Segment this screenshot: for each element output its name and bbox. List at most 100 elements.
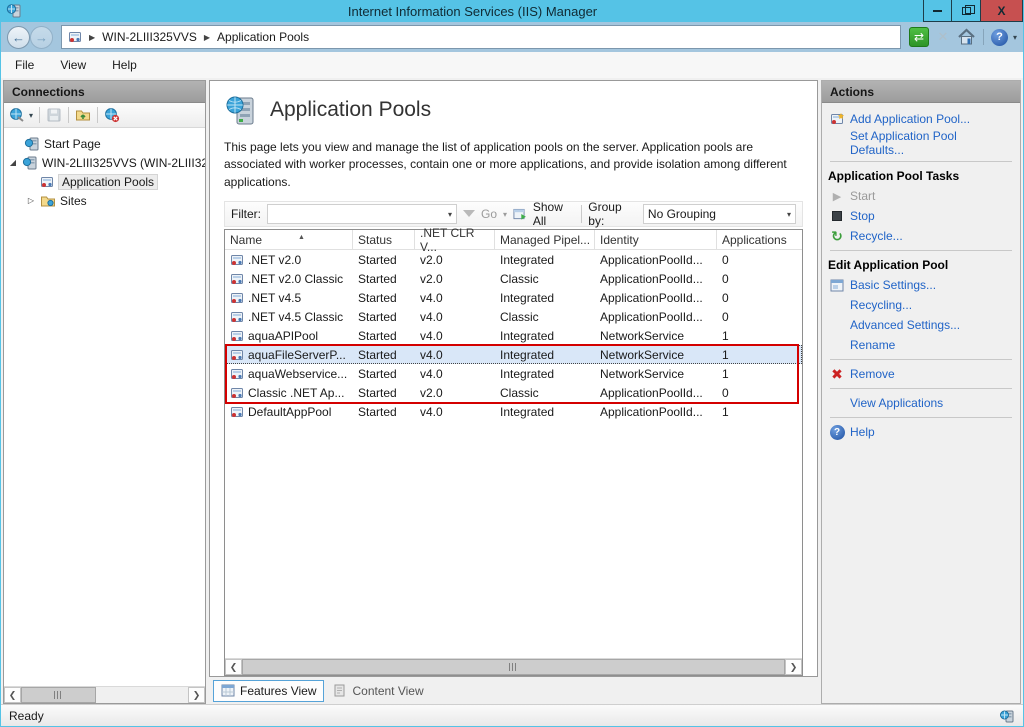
server-icon bbox=[22, 155, 38, 171]
stop-square-icon bbox=[832, 211, 842, 221]
action-remove[interactable]: ✖ Remove bbox=[828, 364, 1012, 384]
action-stop[interactable]: Stop bbox=[828, 206, 1012, 226]
action-rename[interactable]: Rename bbox=[828, 335, 1012, 355]
action-help[interactable]: ? Help bbox=[828, 422, 1012, 442]
show-all-button[interactable]: Show All bbox=[533, 200, 575, 228]
forward-button[interactable]: → bbox=[30, 26, 53, 49]
back-button[interactable]: ← bbox=[7, 26, 30, 49]
column-header-identity[interactable]: Identity bbox=[595, 230, 717, 249]
menu-file[interactable]: File bbox=[15, 58, 34, 72]
status-text: Ready bbox=[9, 709, 999, 723]
app-pool-icon bbox=[230, 348, 244, 362]
tree-collapsed-icon[interactable]: ▷ bbox=[26, 196, 36, 205]
action-view-applications[interactable]: View Applications bbox=[828, 393, 1012, 413]
divider bbox=[830, 359, 1012, 360]
action-recycling[interactable]: Recycling... bbox=[828, 295, 1012, 315]
breadcrumb-current[interactable]: Application Pools bbox=[217, 30, 309, 44]
tree-expanded-icon[interactable]: ◢ bbox=[8, 158, 18, 167]
divider bbox=[830, 250, 1012, 251]
help-icon[interactable]: ? bbox=[991, 29, 1008, 46]
column-header-clr-version[interactable]: .NET CLR V... bbox=[415, 230, 495, 249]
close-button[interactable]: X bbox=[981, 0, 1023, 22]
action-recycle[interactable]: ↻ Recycle... bbox=[828, 226, 1012, 246]
tree-item-server[interactable]: ◢ WIN-2LIII325VVS (WIN-2LIII32 bbox=[4, 153, 205, 172]
column-header-pipeline[interactable]: Managed Pipel... bbox=[495, 230, 595, 249]
menu-help[interactable]: Help bbox=[112, 58, 137, 72]
restore-button[interactable] bbox=[952, 0, 981, 22]
table-row[interactable]: DefaultAppPool Started v4.0 Integrated A… bbox=[225, 402, 802, 421]
minimize-button[interactable] bbox=[923, 0, 952, 22]
chevron-down-icon: ▾ bbox=[448, 210, 452, 219]
action-add-application-pool[interactable]: Add Application Pool... bbox=[828, 109, 1012, 129]
table-row[interactable]: Classic .NET Ap... Started v2.0 Classic … bbox=[225, 383, 802, 402]
go-button[interactable]: Go bbox=[481, 207, 497, 221]
scroll-left-icon[interactable]: ❮ bbox=[4, 687, 21, 703]
app-pool-icon bbox=[230, 405, 244, 419]
action-start[interactable]: ▶ Start bbox=[828, 186, 1012, 206]
chevron-down-icon: ▾ bbox=[787, 210, 791, 219]
scrollbar-thumb[interactable] bbox=[242, 659, 785, 675]
basic-settings-icon bbox=[830, 279, 844, 292]
column-header-applications[interactable]: Applications bbox=[717, 230, 802, 249]
action-basic-settings[interactable]: Basic Settings... bbox=[828, 275, 1012, 295]
scrollbar-thumb[interactable] bbox=[21, 687, 96, 703]
tab-content-view[interactable]: Content View bbox=[326, 681, 430, 701]
address-band: ← → ▶ WIN-2LIII325VVS ▶ Application Pool… bbox=[1, 22, 1023, 52]
go-dropdown-icon[interactable]: ▾ bbox=[503, 210, 507, 219]
scroll-left-icon[interactable]: ❮ bbox=[225, 659, 242, 675]
divider bbox=[68, 107, 69, 123]
create-connection-icon[interactable] bbox=[9, 107, 25, 123]
column-header-status[interactable]: Status bbox=[353, 230, 415, 249]
connection-dropdown-icon[interactable]: ▾ bbox=[29, 111, 33, 120]
app-pool-icon bbox=[230, 291, 244, 305]
page-description: This page lets you view and manage the l… bbox=[224, 139, 799, 191]
group-by-select[interactable]: No Grouping ▾ bbox=[643, 204, 796, 224]
connections-panel: Connections ▾ bbox=[3, 80, 206, 704]
refresh-icon[interactable]: ⇄ bbox=[909, 27, 929, 47]
home-icon[interactable] bbox=[957, 28, 976, 46]
up-folder-icon[interactable] bbox=[75, 107, 91, 123]
table-row[interactable]: .NET v4.5 Classic Started v4.0 Classic A… bbox=[225, 307, 802, 326]
tree-item-sites[interactable]: ▷ Sites bbox=[4, 191, 205, 210]
save-icon[interactable] bbox=[46, 107, 62, 123]
divider bbox=[39, 107, 40, 123]
help-dropdown-icon[interactable]: ▾ bbox=[1013, 33, 1017, 42]
action-set-pool-defaults[interactable]: Set Application Pool Defaults... bbox=[828, 129, 1012, 157]
filter-input[interactable]: ▾ bbox=[267, 204, 457, 224]
app-pool-icon bbox=[230, 310, 244, 324]
tree-item-label: Start Page bbox=[44, 137, 101, 151]
breadcrumb-separator-icon: ▶ bbox=[204, 33, 210, 42]
breadcrumb-server[interactable]: WIN-2LIII325VVS bbox=[102, 30, 197, 44]
filter-funnel-icon bbox=[463, 210, 475, 217]
tree-item-start-page[interactable]: Start Page bbox=[4, 134, 205, 153]
table-row-selected[interactable]: aquaFileServerP... Started v4.0 Integrat… bbox=[225, 345, 802, 364]
list-horizontal-scrollbar[interactable]: ❮ ❯ bbox=[225, 658, 802, 675]
list-header: Name▲ Status .NET CLR V... Managed Pipel… bbox=[225, 230, 802, 250]
tab-features-view[interactable]: Features View bbox=[213, 680, 324, 702]
menu-view[interactable]: View bbox=[60, 58, 86, 72]
breadcrumb-pool-icon bbox=[68, 30, 82, 44]
action-advanced-settings[interactable]: Advanced Settings... bbox=[828, 315, 1012, 335]
application-pools-page-icon bbox=[224, 93, 258, 127]
features-view-icon bbox=[221, 684, 235, 697]
connections-horizontal-scrollbar[interactable]: ❮ ❯ bbox=[4, 686, 205, 703]
table-row[interactable]: .NET v2.0 Classic Started v2.0 Classic A… bbox=[225, 269, 802, 288]
table-row[interactable]: .NET v4.5 Started v4.0 Integrated Applic… bbox=[225, 288, 802, 307]
connections-toolbar: ▾ bbox=[4, 103, 205, 128]
scroll-right-icon[interactable]: ❯ bbox=[188, 687, 205, 703]
table-row[interactable]: aquaWebservice... Started v4.0 Integrate… bbox=[225, 364, 802, 383]
table-row[interactable]: .NET v2.0 Started v2.0 Integrated Applic… bbox=[225, 250, 802, 269]
actions-group-edit-pool: Edit Application Pool bbox=[828, 255, 1012, 275]
divider bbox=[830, 417, 1012, 418]
start-icon: ▶ bbox=[833, 190, 841, 203]
table-row[interactable]: aquaAPIPool Started v4.0 Integrated Netw… bbox=[225, 326, 802, 345]
stop-icon[interactable]: ✕ bbox=[934, 28, 952, 46]
delete-connection-icon[interactable] bbox=[104, 107, 120, 123]
server-status-icon bbox=[999, 708, 1015, 724]
divider bbox=[97, 107, 98, 123]
breadcrumb[interactable]: ▶ WIN-2LIII325VVS ▶ Application Pools bbox=[61, 25, 901, 49]
content-view-icon bbox=[333, 684, 347, 697]
scroll-right-icon[interactable]: ❯ bbox=[785, 659, 802, 675]
tree-item-application-pools[interactable]: Application Pools bbox=[4, 172, 205, 191]
column-header-name[interactable]: Name▲ bbox=[225, 230, 353, 249]
